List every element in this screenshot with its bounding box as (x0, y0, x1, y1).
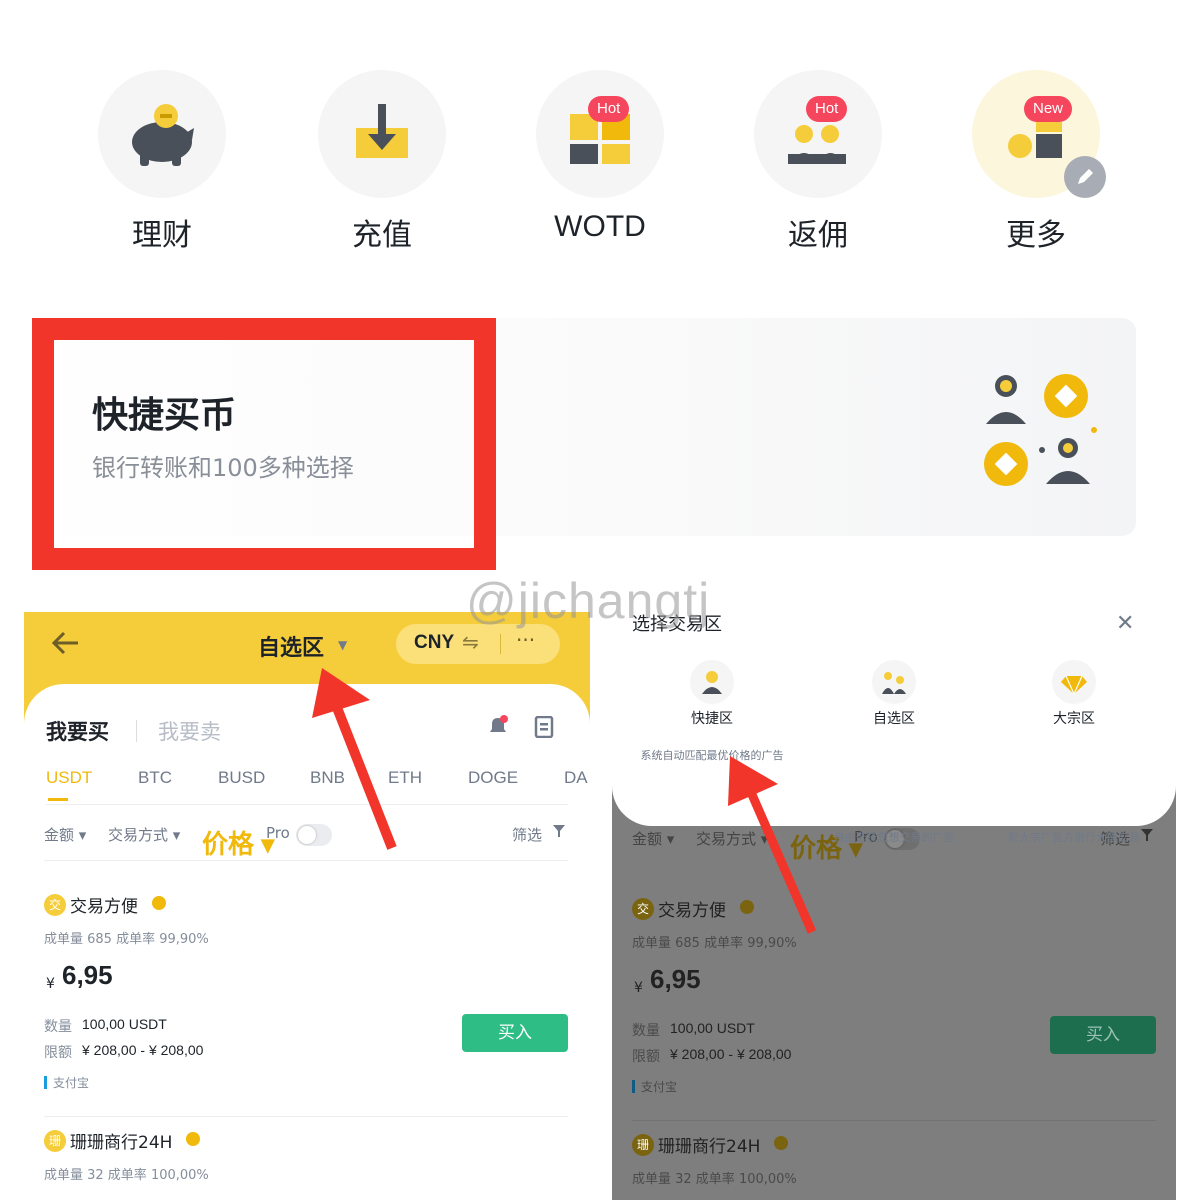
chevron-down-icon: ▼ (338, 638, 348, 652)
tile-label: 理财 (132, 218, 192, 253)
red-arrow-left (312, 668, 397, 850)
payment-indicator (632, 1080, 635, 1093)
currency-symbol: ¥ (46, 976, 55, 992)
buy-button[interactable]: 买入 (462, 1014, 568, 1052)
tile-more[interactable]: New 更多 (936, 70, 1136, 260)
filter-payment[interactable]: 交易方式 ▾ (108, 824, 180, 845)
merchant-avatar: 珊 (632, 1134, 654, 1156)
zone-label: 大宗区 (1053, 711, 1095, 727)
coin-tab-usdt[interactable]: USDT (46, 768, 92, 788)
banner-title: 快捷买币 (92, 395, 237, 436)
coin-tab-btc[interactable]: BTC (138, 768, 172, 788)
coin-tab-busd[interactable]: BUSD (218, 768, 265, 788)
orders-icon[interactable] (534, 715, 554, 742)
limit-label: 限额 (632, 1049, 660, 1065)
zone-label: 自选区 (873, 711, 915, 727)
tile-label: 更多 (1006, 218, 1066, 253)
merchant-stats: 成单量 32 成单率 100,00% (632, 1172, 797, 1187)
tab-buy[interactable]: 我要买 (46, 716, 109, 746)
swap-icon[interactable]: ⇋ (462, 630, 479, 654)
merchant-avatar: 珊 (44, 1130, 66, 1152)
close-icon[interactable]: ✕ (1116, 610, 1134, 636)
wotd-icon (536, 70, 664, 198)
watermark: @jichangtj (466, 573, 711, 629)
quantity-label: 数量 (44, 1019, 72, 1035)
filter-amount[interactable]: 金额 ▾ (44, 824, 86, 845)
tile-referral[interactable]: Hot 返佣 (718, 70, 918, 260)
merchant-name[interactable]: 交易方便 (70, 892, 138, 917)
currency-pill[interactable]: CNY ⇋ ··· (396, 624, 560, 664)
piggy-bank-icon (98, 70, 226, 198)
quantity-label: 数量 (632, 1023, 660, 1039)
filter-amount: 金额 ▾ (632, 830, 675, 848)
red-arrow-right (728, 756, 817, 934)
zone-description: 和大宗广告方进行大额交易 (1008, 831, 1140, 844)
merchant-stats: 成单量 32 成单率 100,00% (44, 1168, 209, 1183)
tile-deposit[interactable]: 充值 (282, 70, 482, 260)
fiat-currency[interactable]: CNY (414, 632, 454, 654)
payment-method: 支付宝 (641, 1080, 678, 1094)
coin-tab-doge[interactable]: DOGE (468, 768, 518, 788)
filter-divider (44, 860, 568, 861)
coin-tab-da[interactable]: DA (564, 768, 588, 788)
back-arrow-icon[interactable] (50, 630, 80, 660)
tab-divider (136, 720, 137, 742)
limit-value: ¥ 208,00 - ¥ 208,00 (670, 1046, 792, 1062)
filter-screen[interactable]: 筛选 (512, 824, 542, 845)
zone-picker-sheet: 选择交易区 ✕ 快捷区 系统自动匹配最优价格的广告 自选区 自由选择您想交易的广… (612, 598, 1176, 844)
red-highlight-box (32, 318, 496, 570)
tab-sell[interactable]: 我要卖 (158, 716, 221, 746)
merchant-avatar: 交 (44, 894, 66, 916)
verified-icon (186, 1132, 200, 1146)
limit-label: 限额 (44, 1045, 72, 1061)
edit-icon[interactable] (1064, 156, 1106, 198)
diamond-icon (1052, 660, 1096, 704)
verified-icon (152, 896, 166, 910)
zone-selector[interactable]: 自选区 (258, 630, 324, 662)
hot-badge: Hot (806, 96, 848, 122)
deposit-icon (318, 70, 446, 198)
payment-method: 支付宝 (53, 1076, 90, 1090)
unit-price: 6,95 (650, 964, 701, 994)
pill-divider (500, 634, 501, 654)
buy-button: 买入 (1050, 1016, 1156, 1054)
list-divider (44, 1116, 568, 1117)
merchant-stats: 成单量 685 成单率 99,90% (44, 932, 209, 947)
quick-zone-icon (690, 660, 734, 704)
active-coin-indicator (48, 798, 68, 801)
new-badge: New (1024, 96, 1073, 122)
verified-icon (774, 1136, 788, 1150)
payment-indicator (44, 1076, 47, 1089)
tile-label: 返佣 (788, 218, 848, 253)
filter-price[interactable]: 价格 ▾ (202, 824, 274, 861)
banner-subtitle: 银行转账和100多种选择 (92, 454, 354, 482)
tile-label: 充值 (352, 218, 412, 253)
quantity-value: 100,00 USDT (670, 1020, 755, 1036)
merchant-avatar: 交 (632, 898, 654, 920)
tile-label: WOTD (554, 210, 646, 243)
custom-zone-icon (872, 660, 916, 704)
quantity-value: 100,00 USDT (82, 1016, 167, 1032)
notification-icon[interactable] (486, 714, 510, 742)
zone-label: 快捷区 (691, 711, 733, 727)
merchant-name: 珊珊商行24H (658, 1137, 761, 1157)
hot-badge: Hot (588, 96, 630, 122)
limit-value: ¥ 208,00 - ¥ 208,00 (82, 1042, 204, 1058)
referral-icon (754, 70, 882, 198)
p2p-exchange-illustration-icon (972, 372, 1102, 496)
tile-wotd[interactable]: Hot WOTD (500, 70, 700, 260)
unit-price: 6,95 (62, 960, 113, 990)
pro-label: Pro (266, 824, 290, 842)
tile-wealth[interactable]: 理财 (62, 70, 262, 260)
zone-picker-screen: 金额 ▾ 交易方式 ▾ 价格 ▾ Pro 筛选 交 交易方便 成单量 685 成… (612, 598, 1176, 1200)
more-dots-icon[interactable]: ··· (516, 628, 535, 652)
feature-icon-row: 理财 充值 Hot WOTD Hot 返佣 New 更多 (0, 60, 1200, 260)
list-divider (632, 1120, 1156, 1121)
currency-symbol: ¥ (634, 980, 643, 996)
funnel-icon[interactable] (552, 824, 566, 842)
merchant-name[interactable]: 珊珊商行24H (70, 1128, 172, 1153)
